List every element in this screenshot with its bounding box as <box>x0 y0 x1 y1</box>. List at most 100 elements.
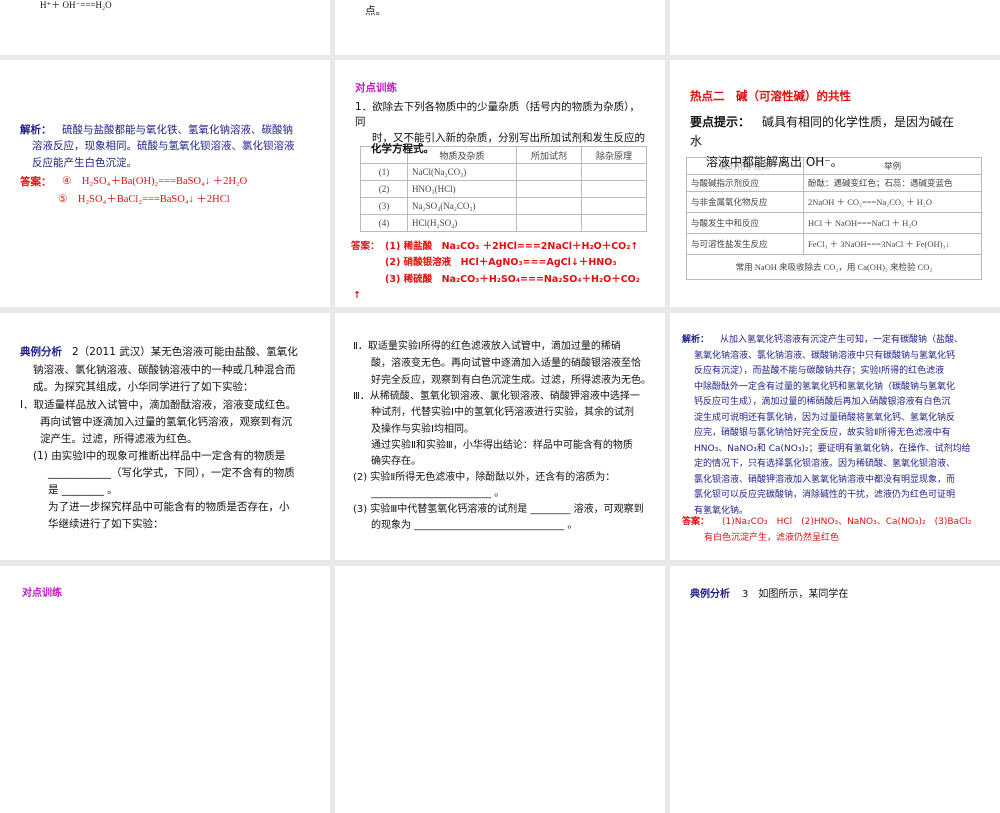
table-row: 与非金属氧化物反应 2NaOH ＋ CO₂===Na₂CO₃ ＋ H₂O <box>686 191 982 213</box>
text-line: 2（2011 武汉）某无色溶液可能由盐酸、氢氧化 <box>72 346 298 358</box>
cell: HCl ＋ NaOH===NaCl ＋ H₂O <box>803 212 982 234</box>
table-row: 与可溶性盐发生反应 FeCl₃ ＋ 3NaOH===3NaCl ＋ Fe(OH)₃… <box>686 233 982 255</box>
slide-thumbnail-12[interactable]: 典例分析 3 如图所示，某同学在 <box>670 566 1000 813</box>
slide-thumbnail-9[interactable]: 解析： 从加入氢氧化钙溶液有沉淀产生可知，一定有碳酸钠（盐酸、 氢氧化钠溶液、氯… <box>670 313 1000 560</box>
table-header: 所加试剂 <box>516 146 582 164</box>
slide-thumbnail-5[interactable]: 对点训练 1．欲除去下列各物质中的少量杂质（括号内的物质为杂质）， 同 时，又不… <box>335 60 665 307</box>
text-line: 淀产生。过滤，所得滤液为红色。 <box>40 433 198 445</box>
text-line: 通过实验Ⅱ和实验Ⅲ，小华得出结论：样品中可能含有的物质 <box>371 440 633 451</box>
text-line: 酸，溶液变无色。再向试管中逐滴加入适量的硝酸银溶液至恰 <box>371 358 641 369</box>
section-heading: 热点二 碱（可溶性碱）的共性 <box>690 89 851 103</box>
text-line: 为了进一步探究样品中可能含有的物质是否存在，小 <box>48 501 290 513</box>
text-line: 是 ________ 。 <box>48 484 118 496</box>
analysis-line: 氯化钡溶液、硝酸钾溶液加入氢氧化钠溶液中都没有明显现象，而 <box>694 474 956 485</box>
text-line: Ⅱ．取适量实验Ⅰ所得的红色滤液放入试管中，滴加过量的稀硝 <box>353 341 621 352</box>
text-line: 成。为探究其组成，小华同学进行了如下实验： <box>33 381 254 393</box>
text-line: (1) 由实验Ⅰ中的现象可推断出样品中一定含有的物质是 <box>33 450 286 462</box>
section-heading: 对点训练 <box>22 588 62 599</box>
cell: (3) <box>360 197 408 215</box>
answer-line: ⑤ H₂SO₄＋BaCl₂===BaSO₄↓ ＋2HCl <box>58 194 230 205</box>
tip-label: 要点提示： <box>690 115 751 129</box>
table-row: 与酸发生中和反应 HCl ＋ NaOH===NaCl ＋ H₂O <box>686 212 982 234</box>
table-row: 与酸碱指示剂反应 酚酞：遇碱变红色；石蕊：遇碱变蓝色 <box>686 174 982 192</box>
answer-line: (2) 硝酸银溶液 HCl＋AgNO₃===AgCl↓＋HNO₃ <box>385 257 617 268</box>
analysis-line: 应完，硝酸银与氯化钠恰好完全反应，故实验Ⅱ所得无色滤液中有 <box>694 428 951 438</box>
text-line: 再向试管中逐滴加入过量的氢氧化钙溶液，观察到有沉 <box>40 416 292 428</box>
table-footer: 常用 NaOH 来吸收除去 CO₂，用 Ca(OH)₂ 来检验 CO₂ <box>686 254 982 280</box>
table-row: (3) Na₂SO₄(Na₂CO₃) <box>360 197 647 215</box>
slide-thumbnail-2[interactable]: 点。 <box>335 0 665 55</box>
cell: FeCl₃ ＋ 3NaOH===3NaCl ＋ Fe(OH)₃↓ <box>803 233 982 255</box>
example-label: 典例分析 <box>20 346 62 358</box>
cell <box>516 214 582 232</box>
text-line: ____________（写化学式，下同），一定不含有的物质 <box>48 467 295 479</box>
cell: 与可溶性盐发生反应 <box>686 233 804 255</box>
answer-line: ④ H₂SO₄＋Ba(OH)₂===BaSO₄↓ ＋2H₂O <box>62 176 248 187</box>
slide-thumbnail-3[interactable] <box>670 0 1000 55</box>
answer-label: 答案： <box>20 176 52 188</box>
formula: H⁺＋ OH⁻===H₂O <box>40 0 112 10</box>
base-properties-table: 碱的化学性质 举例 与酸碱指示剂反应 酚酞：遇碱变红色；石蕊：遇碱变蓝色 与非金属氧… <box>686 157 982 280</box>
slide-thumbnail-4[interactable]: 解析： 硫酸与盐酸都能与氧化铁、氢氧化钠溶液、碳酸钠 溶液反应，现象相同。硫酸与… <box>0 60 330 307</box>
text-line: ________________________ 。 <box>371 488 505 499</box>
cell: (2) <box>360 180 408 198</box>
cell: (1) <box>360 163 408 181</box>
table-header: 除杂原理 <box>581 146 647 164</box>
cell: (4) <box>360 214 408 232</box>
answer-line: (3) 稀硫酸 Na₂CO₃＋H₂SO₄===Na₂SO₄＋H₂O＋CO₂ <box>385 274 640 285</box>
section-heading: 对点训练 <box>355 82 397 94</box>
analysis-line: 钙反应可生成），滴加过量的稀硝酸后再加入硝酸银溶液有白色沉 <box>694 397 951 407</box>
slide-thumbnail-1[interactable]: H⁺＋ OH⁻===H₂O <box>0 0 330 55</box>
analysis-line: 氯化钡可以反应完碳酸钠，消除碱性的干扰，滤液仍为红色可证明 <box>694 490 956 500</box>
slide-thumbnail-10[interactable]: 对点训练 <box>0 566 330 813</box>
cell <box>581 163 647 181</box>
answer-line: 有白色沉淀产生，滤液仍然呈红色 <box>704 533 840 543</box>
cell: HNO₃(HCl) <box>407 180 517 198</box>
slide-thumbnail-7[interactable]: 典例分析 2（2011 武汉）某无色溶液可能由盐酸、氢氧化 钠溶液、氯化钠溶液、… <box>0 313 330 560</box>
text-line: Ⅰ．取适量样品放入试管中，滴加酚酞溶液，溶液变成红色。 <box>20 399 297 411</box>
cell: 与酸发生中和反应 <box>686 212 804 234</box>
slide-thumbnail-11[interactable] <box>335 566 665 813</box>
text-line: 钠溶液、氯化钠溶液、碳酸钠溶液中的一种或几种混合而 <box>33 364 296 376</box>
slide-thumbnail-6[interactable]: 热点二 碱（可溶性碱）的共性 要点提示： 碱具有相同的化学性质，是因为碱在 水 … <box>670 60 1000 307</box>
table-row: (1) NaCl(Na₂CO₃) <box>360 163 647 181</box>
answer-line: (1) 稀盐酸 Na₂CO₃ ＋2HCl===2NaCl＋H₂O＋CO₂↑ <box>385 241 639 252</box>
analysis-line: 定的情况下，只有选择氯化钡溶液。因为稀硫酸、氢氧化钡溶液、 <box>694 459 956 469</box>
cell: 与非金属氧化物反应 <box>686 191 804 213</box>
text-line: 的现象为 ______________________________ 。 <box>371 520 578 531</box>
cell: 2NaOH ＋ CO₂===Na₂CO₃ ＋ H₂O <box>803 191 982 213</box>
impurity-table: 物质及杂质 所加试剂 除杂原理 (1) NaCl(Na₂CO₃) (2) HNO₃(HC… <box>360 146 647 232</box>
text-line: 确实存在。 <box>371 456 421 467</box>
cell <box>516 197 582 215</box>
analysis-label: 解析： <box>682 335 710 345</box>
cell <box>581 214 647 232</box>
question-line: 化学方程式。 <box>371 143 434 155</box>
analysis-line: 反应能产生白色沉淀。 <box>32 157 137 169</box>
question-line: 1．欲除去下列各物质中的少量杂质（括号内的物质为杂质）， <box>355 101 640 113</box>
cell: HCl(H₂SO₄) <box>407 214 517 232</box>
cell <box>516 163 582 181</box>
cell <box>581 197 647 215</box>
tip-line: 溶液中都能解离出 OH⁻。 <box>706 155 843 169</box>
table-row: (4) HCl(H₂SO₄) <box>360 214 647 232</box>
text-line: 及操作与实验Ⅰ均相同。 <box>371 424 474 435</box>
answer-label: 答案： <box>351 241 380 252</box>
text-line: 好完全反应，观察到有白色沉淀生成。过滤，所得滤液为无色。 <box>371 375 651 386</box>
question-line: 同 <box>355 116 366 128</box>
analysis-line: 从加入氢氧化钙溶液有沉淀产生可知，一定有碳酸钠（盐酸、 <box>720 335 964 345</box>
analysis-line: 反应有沉淀），而盐酸不能与碳酸钠共存；实验Ⅰ所得的红色滤液 <box>694 366 945 376</box>
cell <box>516 180 582 198</box>
cell: NaCl(Na₂CO₃) <box>407 163 517 181</box>
slide-thumbnail-8[interactable]: Ⅱ．取适量实验Ⅰ所得的红色滤液放入试管中，滴加过量的稀硝 酸，溶液变无色。再向试… <box>335 313 665 560</box>
answer-label: 答案： <box>682 517 710 527</box>
tip-line: 水 <box>690 134 703 148</box>
analysis-line: 氢氧化钠溶液、氯化钠溶液、碳酸钠溶液中只有碳酸钠与氢氧化钙 <box>694 350 956 361</box>
analysis-line: HNO₃、NaNO₃和 Ca(NO₃)₂；要证明有氢氧化钠，在操作、试剂均给 <box>694 443 971 454</box>
answer-line: ↑ <box>353 290 361 301</box>
cell: Na₂SO₄(Na₂CO₃) <box>407 197 517 215</box>
tip-line: 碱具有相同的化学性质，是因为碱在 <box>762 115 955 129</box>
analysis-label: 解析： <box>20 124 52 136</box>
analysis-line: 淀生成可说明还有氯化钠，因为过量硝酸将氢氧化钙、氢氧化钠反 <box>694 412 956 423</box>
analysis-line: 中除酚酞外一定含有过量的氢氧化钙和氢氧化钠（碳酸钠与氢氧化 <box>694 381 956 392</box>
answer-line: (1)Na₂CO₃ HCl (2)HNO₃、NaNO₃、Ca(NO₃)₂ (3)… <box>722 517 972 527</box>
